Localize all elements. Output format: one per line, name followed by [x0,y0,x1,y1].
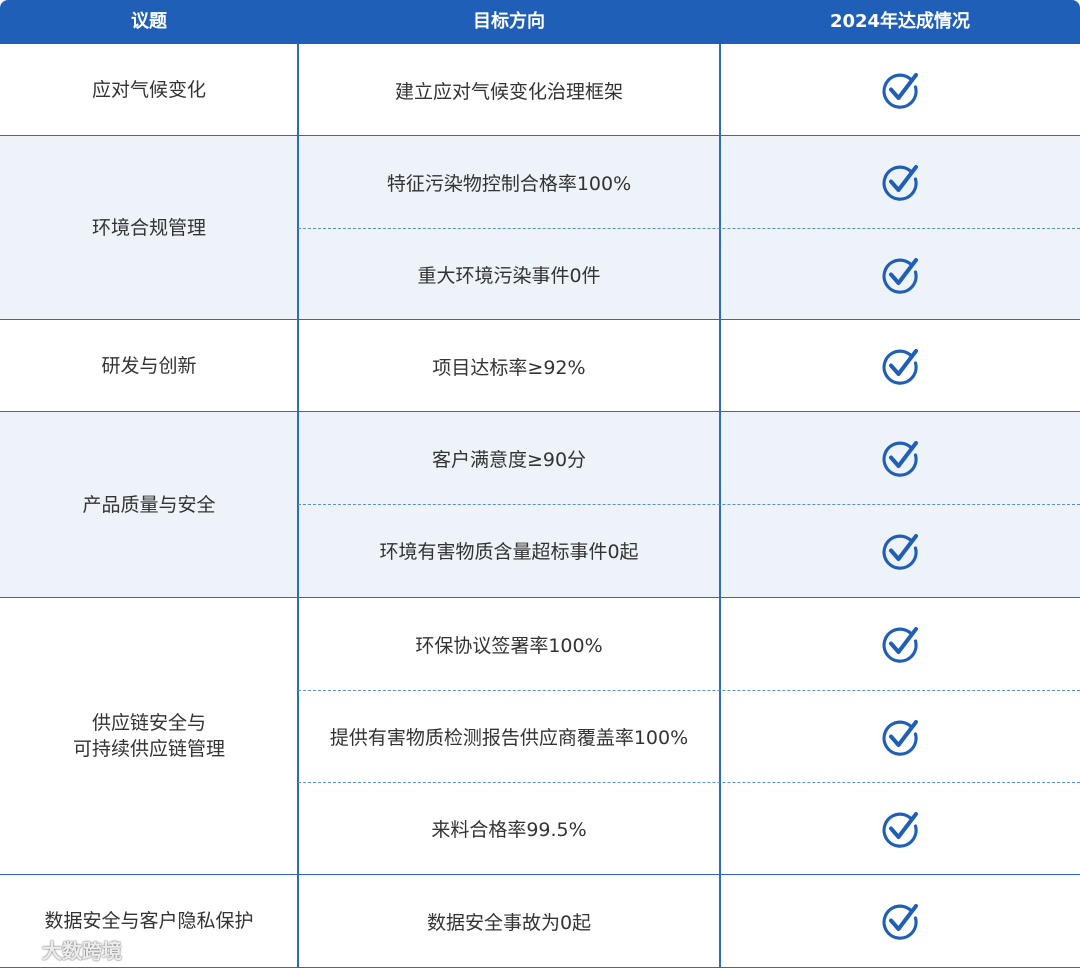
check-circle-icon [880,624,920,664]
target-cell: 特征污染物控制合格率100% [386,172,632,195]
watermark: 大数跨境 [8,934,122,964]
status-cell [720,412,1080,504]
check-circle-icon [880,255,920,295]
check-circle-icon [880,717,920,757]
table-row: 环保协议签署率100% [298,598,1080,690]
target-cell: 建立应对气候变化治理框架 [394,80,623,103]
check-circle-icon [880,70,920,110]
status-cell [720,229,1080,320]
check-circle-icon [880,346,920,386]
target-cell: 环保协议签署率100% [415,634,603,657]
table-row: 客户满意度≥90分 [298,412,1080,504]
status-cell [720,44,1080,136]
status-cell [720,320,1080,412]
topic-cell: 应对气候变化 [91,78,206,101]
header-topic: 议题 [131,11,167,32]
status-cell [720,136,1080,228]
status-cell [720,875,1080,967]
target-cell: 环境有害物质含量超标事件0起 [379,541,639,563]
topic-group: 研发与创新 项目达标率≥92% [0,320,1080,412]
target-cell: 数据安全事故为0起 [426,911,592,934]
status-cell [720,783,1080,874]
topic-group: 应对气候变化 建立应对气候变化治理框架 [0,44,1080,136]
table-row: 重大环境污染事件0件 [298,228,1080,320]
table-row: 来料合格率99.5% [298,782,1080,874]
topic-cell: 研发与创新 [101,354,197,377]
topic-group: 数据安全与客户隐私保护 数据安全事故为0起 [0,875,1080,968]
watermark-text: 大数跨境 [42,938,122,963]
check-circle-icon [880,901,920,941]
header-target: 目标方向 [473,11,545,32]
topic-cell: 产品质量与安全 [82,493,216,516]
table-header: 议题 目标方向 2024年达成情况 [0,0,1080,44]
header-status: 2024年达成情况 [829,11,971,32]
table-row: 提供有害物质检测报告供应商覆盖率100% [298,690,1080,782]
status-cell [720,598,1080,690]
check-circle-icon [880,438,920,478]
table-row: 数据安全事故为0起 [298,875,1080,967]
chat-logo-icon [8,939,36,961]
check-circle-icon [880,162,920,202]
target-cell: 项目达标率≥92% [432,356,586,379]
status-cell [720,691,1080,782]
target-cell: 提供有害物质检测报告供应商覆盖率100% [329,727,689,749]
target-cell: 客户满意度≥90分 [431,448,587,471]
check-circle-icon [880,531,920,571]
topic-cell: 环境合规管理 [91,216,206,239]
table-row: 项目达标率≥92% [298,320,1080,412]
topic-group: 环境合规管理 特征污染物控制合格率100% 重大环境污染事件0件 [0,136,1080,320]
table-row: 环境有害物质含量超标事件0起 [298,504,1080,596]
topic-group: 供应链安全与 可持续供应链管理 环保协议签署率100% 提供有害物质检测报告供应… [0,598,1080,875]
target-cell: 重大环境污染事件0件 [417,265,601,287]
table-row: 特征污染物控制合格率100% [298,136,1080,228]
target-cell: 来料合格率99.5% [431,819,587,841]
table-row: 建立应对气候变化治理框架 [298,44,1080,136]
status-cell [720,505,1080,596]
topic-group: 产品质量与安全 客户满意度≥90分 环境有害物质含量超标事件0起 [0,412,1080,598]
check-circle-icon [880,809,920,849]
topic-cell: 供应链安全与 可持续供应链管理 [72,712,225,760]
